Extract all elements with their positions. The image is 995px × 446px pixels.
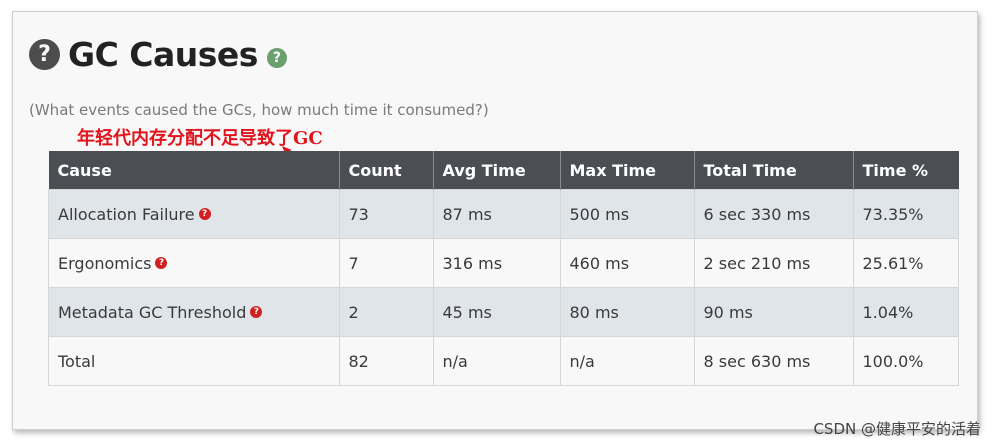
cause-cell: Metadata GC Threshold? [48,287,340,337]
column-header-avg-time[interactable]: Avg Time [433,151,561,190]
column-header-cause[interactable]: Cause [48,151,340,190]
gc-causes-table: Cause Count Avg Time Max Time Total Time… [48,151,959,386]
watermark: CSDN @健康平安的活着 [813,420,981,438]
cause-cell: Ergonomics? [48,238,340,288]
time-pct-cell: 100.0% [852,336,959,386]
table-row-total: Total 82 n/a n/a 8 sec 630 ms 100.0% [48,336,959,386]
annotation-label: 年轻代内存分配不足导致了GC [77,128,323,149]
gc-causes-panel: ? GC Causes ? (What events caused the GC… [12,11,978,430]
max-time-cell: n/a [559,336,695,386]
total-time-cell: 6 sec 330 ms [693,189,854,239]
time-pct-cell: 1.04% [852,287,959,337]
help-icon[interactable]: ? [250,306,263,318]
total-time-cell: 8 sec 630 ms [693,336,854,386]
avg-time-cell: 87 ms [432,189,561,239]
avg-time-cell: n/a [432,336,561,386]
column-header-max-time[interactable]: Max Time [560,151,695,190]
title-row: ? GC Causes ? [29,32,287,76]
question-icon: ? [29,38,60,70]
table-row: Metadata GC Threshold? 2 45 ms 80 ms 90 … [48,287,959,337]
column-header-total-time[interactable]: Total Time [694,151,854,190]
column-header-time-pct[interactable]: Time % [853,151,959,190]
help-icon[interactable]: ? [155,257,168,269]
table-row: Allocation Failure? 73 87 ms 500 ms 6 se… [48,189,959,239]
table-header-row: Cause Count Avg Time Max Time Total Time… [48,151,959,190]
cause-label: Metadata GC Threshold [58,302,247,322]
avg-time-cell: 316 ms [432,238,561,288]
subtitle: (What events caused the GCs, how much ti… [29,101,489,119]
time-pct-cell: 25.61% [852,238,959,288]
max-time-cell: 500 ms [559,189,695,239]
max-time-cell: 80 ms [559,287,695,337]
max-time-cell: 460 ms [559,238,695,288]
page-title: GC Causes [68,34,258,74]
count-cell: 82 [338,336,434,386]
count-cell: 73 [338,189,434,239]
avg-time-cell: 45 ms [432,287,561,337]
total-time-cell: 90 ms [693,287,854,337]
table-row: Ergonomics? 7 316 ms 460 ms 2 sec 210 ms… [48,238,959,288]
help-icon[interactable]: ? [198,208,211,220]
count-cell: 7 [338,238,434,288]
cause-label: Allocation Failure [58,204,195,224]
count-cell: 2 [338,287,434,337]
time-pct-cell: 73.35% [852,189,959,239]
cause-label: Ergonomics [58,253,152,273]
cause-cell: Allocation Failure? [48,189,340,239]
cause-cell: Total [48,336,340,386]
column-header-count[interactable]: Count [339,151,434,190]
help-icon[interactable]: ? [266,48,287,68]
total-time-cell: 2 sec 210 ms [693,238,854,288]
